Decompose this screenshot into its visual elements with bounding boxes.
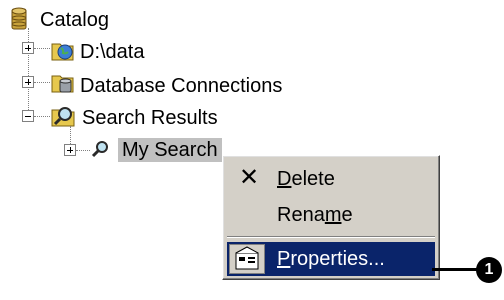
magnifier-icon [90,138,112,165]
delete-label-rest: elete [291,168,335,190]
search-folder-icon [50,102,78,135]
catalog-icon [6,7,32,38]
expand-toggle-my-search[interactable] [64,144,76,156]
context-menu: ✕ Delete Rename Properties... [222,155,440,280]
callout-badge: 1 [476,257,502,283]
database-folder-icon [50,70,76,101]
tree-item-my-search[interactable]: My Search [118,138,222,162]
tree-item-catalog[interactable]: Catalog [40,8,109,32]
expand-toggle-database-connections[interactable] [22,76,34,88]
properties-icon [229,244,265,274]
expand-toggle-d-data[interactable] [22,42,34,54]
x-delete-icon: ✕ [239,164,260,191]
menu-separator [227,236,435,238]
tree-item-d-data[interactable]: D:\data [80,40,144,64]
properties-label-rest: roperties... [290,248,385,270]
rename-label: Rename [277,204,353,226]
tree-item-database-connections[interactable]: Database Connections [80,74,282,98]
delete-accelerator: D [277,168,292,190]
menu-item-properties[interactable]: Properties... [227,242,435,276]
globe-folder-icon [50,38,76,67]
collapse-toggle-search-results[interactable] [22,110,34,122]
menu-item-rename[interactable]: Rename [227,198,435,232]
tree-item-search-results[interactable]: Search Results [82,106,218,130]
menu-item-delete[interactable]: ✕ Delete [227,162,435,196]
